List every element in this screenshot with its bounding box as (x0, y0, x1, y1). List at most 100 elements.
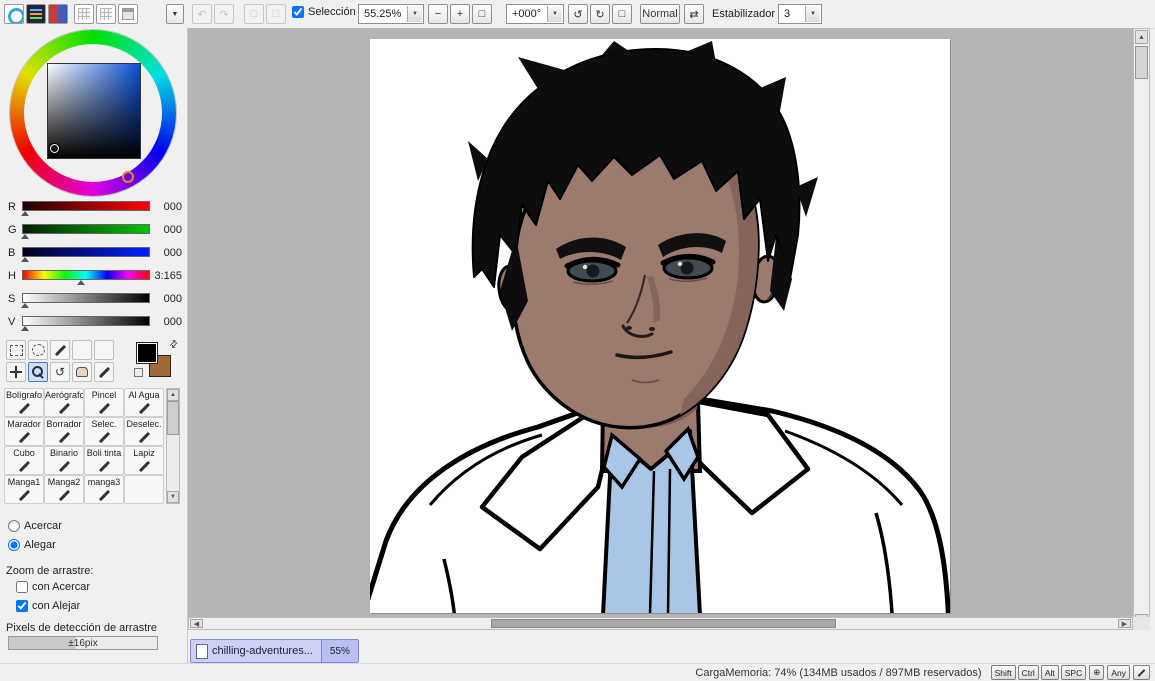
saturation-value-square[interactable] (47, 63, 141, 159)
drag-zoom-in-row[interactable]: con Acercar (16, 581, 90, 593)
vertical-scroll-thumb[interactable] (1135, 46, 1148, 79)
color-wheel[interactable] (10, 30, 176, 196)
tool-borrador[interactable]: Borrador (44, 417, 84, 446)
invert-selection-button[interactable]: □ (266, 4, 286, 24)
chevron-down-icon[interactable]: ▼ (547, 6, 562, 22)
panel-dropdown-button[interactable]: ▼ (166, 4, 184, 24)
swap-colors-icon[interactable]: ⇄ (167, 338, 181, 352)
tool-manga2[interactable]: Manga2 (44, 475, 84, 504)
con-alejar-checkbox[interactable] (16, 600, 28, 612)
estabilizador-dropdown[interactable]: 3 ▼ (778, 4, 822, 24)
transparent-color-toggle[interactable] (134, 368, 143, 377)
zoom-reset-button[interactable]: □ (472, 4, 492, 24)
tool-cubo[interactable]: Cubo (4, 446, 44, 475)
slider-marker[interactable] (20, 326, 29, 331)
slider-track-R[interactable] (22, 201, 150, 211)
tool-deselec-[interactable]: Deselec. (124, 417, 164, 446)
foreground-color-swatch[interactable] (136, 342, 158, 364)
sv-marker[interactable] (50, 144, 59, 153)
chevron-down-icon: ▼ (171, 10, 179, 18)
drag-detect-slider[interactable]: ±16pix (8, 636, 158, 650)
rect-select-tool[interactable] (6, 340, 26, 360)
estabilizador-label: Estabilizador (712, 8, 775, 20)
zoom-in-button[interactable]: + (450, 4, 470, 24)
slider-track-H[interactable] (22, 270, 150, 280)
slider-track-V[interactable] (22, 316, 150, 326)
horizontal-scroll-thumb[interactable] (491, 619, 836, 628)
zoom-in-radio-row[interactable]: Acercar (8, 520, 62, 532)
custom-palette-icon[interactable] (96, 4, 116, 24)
tool-grid-scrollbar[interactable]: ▲ ▼ (166, 388, 180, 504)
slider-marker[interactable] (76, 280, 85, 285)
scroll-down-button[interactable]: ▼ (167, 491, 179, 503)
tool-manga3[interactable]: manga3 (84, 475, 124, 504)
tool-label: Pincel (91, 390, 117, 400)
top-toolbar: ▼ ↶ ↷ □ □ Selección 55.25% ▼ − + □ +000°… (0, 0, 1155, 29)
slider-track-G[interactable] (22, 224, 150, 234)
color-swatches: ⇄ (134, 338, 182, 386)
rotate-cw-button[interactable]: ↻ (590, 4, 610, 24)
tool-empty-slot[interactable] (124, 475, 164, 504)
zoom-level-field[interactable]: 55.25% ▼ (358, 4, 424, 24)
vertical-scrollbar[interactable]: ▲ ▼ (1133, 28, 1150, 630)
scroll-up-button[interactable]: ▲ (167, 389, 179, 401)
color-wheel-panel-icon[interactable] (4, 4, 24, 24)
horizontal-scrollbar[interactable]: ◀ ▶ (188, 617, 1133, 630)
tool-marador[interactable]: Marador (4, 417, 44, 446)
slider-track-S[interactable] (22, 293, 150, 303)
tool-selec-[interactable]: Selec. (84, 417, 124, 446)
zoom-out-radio-row[interactable]: Alegar (8, 539, 56, 551)
zoom-tool-selected[interactable] (28, 362, 48, 382)
tool-bol-grafo[interactable]: Bolígrafo (4, 388, 44, 417)
tool-lapiz[interactable]: Lapiz (124, 446, 164, 475)
empty-tool-slot[interactable] (94, 340, 114, 360)
seleccion-toggle[interactable]: Selección (292, 6, 356, 18)
scroll-right-button[interactable]: ▶ (1118, 619, 1131, 628)
hue-marker[interactable] (122, 171, 134, 183)
hand-tool[interactable] (72, 362, 92, 382)
tool-manga1[interactable]: Manga1 (4, 475, 44, 504)
lasso-tool[interactable] (28, 340, 48, 360)
undo-button[interactable]: ↶ (192, 4, 212, 24)
canvas-workspace[interactable] (188, 28, 1133, 617)
scratchpad-panel-icon[interactable] (118, 4, 138, 24)
flip-horizontal-button[interactable]: ⇄ (684, 4, 704, 24)
slider-marker[interactable] (20, 257, 29, 262)
chevron-down-icon[interactable]: ▼ (407, 6, 422, 22)
move-tool[interactable] (6, 362, 26, 382)
canvas[interactable] (359, 39, 951, 617)
scroll-thumb[interactable] (167, 401, 179, 435)
slider-track-B[interactable] (22, 247, 150, 257)
deselect-button[interactable]: □ (244, 4, 264, 24)
con-acercar-checkbox[interactable] (16, 581, 28, 593)
drag-zoom-out-row[interactable]: con Alejar (16, 600, 80, 612)
alegar-radio[interactable] (8, 539, 20, 551)
zoom-out-button[interactable]: − (428, 4, 448, 24)
tool-boli-tinta[interactable]: Boli tinta (84, 446, 124, 475)
rotation-field[interactable]: +000° ▼ (506, 4, 564, 24)
slider-marker[interactable] (20, 234, 29, 239)
swatch-grid-icon[interactable] (74, 4, 94, 24)
tool-pincel[interactable]: Pincel (84, 388, 124, 417)
rotate-ccw-button[interactable]: ↺ (568, 4, 588, 24)
rotate-view-tool[interactable]: ↺ (50, 362, 70, 382)
eyedropper-tool[interactable] (94, 362, 114, 382)
tool-al-agua[interactable]: Al Agua (124, 388, 164, 417)
document-tab[interactable]: chilling-adventures... 55% (190, 639, 359, 663)
scroll-up-button[interactable]: ▲ (1135, 30, 1148, 44)
magic-wand-tool[interactable] (50, 340, 70, 360)
view-mode-button[interactable]: Normal (640, 4, 680, 24)
seleccion-checkbox[interactable] (292, 6, 304, 18)
acercar-radio[interactable] (8, 520, 20, 532)
redo-button[interactable]: ↷ (214, 4, 234, 24)
slider-marker[interactable] (20, 303, 29, 308)
chevron-down-icon[interactable]: ▼ (805, 6, 820, 22)
mixer-panel-icon[interactable] (48, 4, 68, 24)
rgb-panel-icon[interactable] (26, 4, 46, 24)
empty-tool-slot[interactable] (72, 340, 92, 360)
tool-aer-grafo[interactable]: Aerógrafo (44, 388, 84, 417)
scroll-left-button[interactable]: ◀ (190, 619, 203, 628)
rotation-reset-button[interactable]: □ (612, 4, 632, 24)
slider-marker[interactable] (20, 211, 29, 216)
tool-binario[interactable]: Binario (44, 446, 84, 475)
